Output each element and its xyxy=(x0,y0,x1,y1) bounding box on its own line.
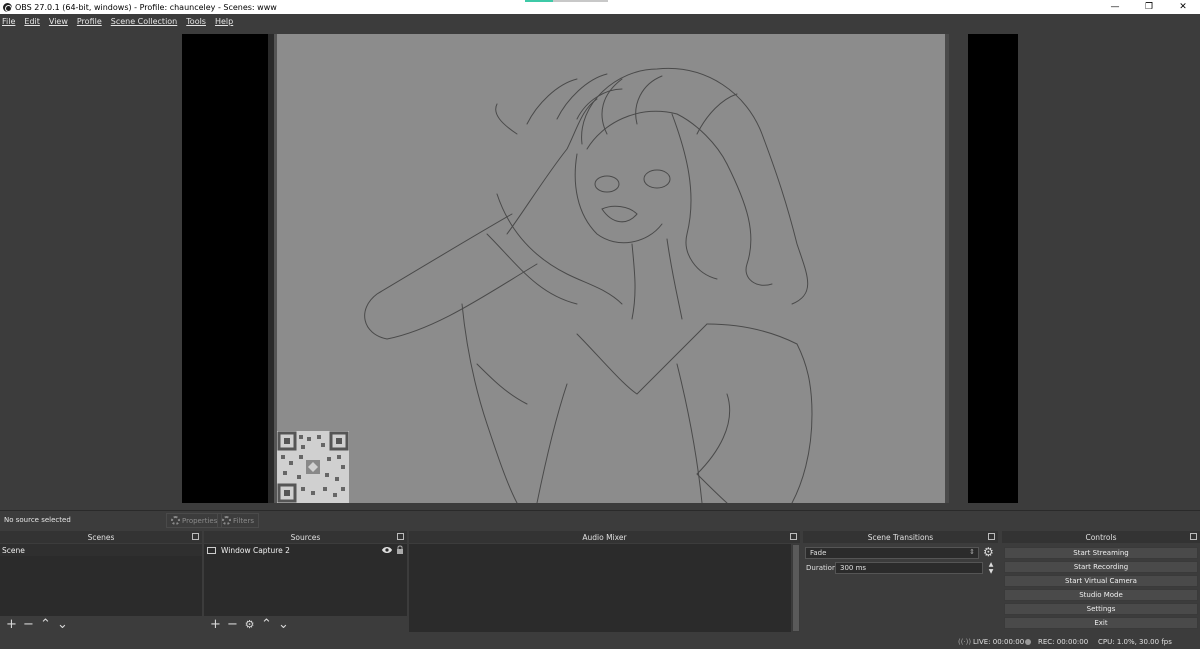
filters-label: Filters xyxy=(233,516,254,525)
no-source-label: No source selected xyxy=(4,516,71,524)
window-controls: — ❐ ✕ xyxy=(1098,0,1200,14)
filters-button[interactable]: Filters xyxy=(217,513,259,528)
taskbar-accent xyxy=(525,0,553,2)
transition-selected: Fade xyxy=(810,549,827,557)
plus-icon[interactable]: + xyxy=(207,618,224,632)
chevron-down-icon[interactable]: ⌄ xyxy=(275,618,292,632)
audio-mixer-title: Audio Mixer xyxy=(582,532,627,542)
lock-icon[interactable] xyxy=(396,545,404,554)
window-icon xyxy=(207,546,216,554)
duration-value: 300 ms xyxy=(840,564,867,572)
rec-timer: REC: 00:00:00 xyxy=(1038,638,1089,646)
exit-button[interactable]: Exit xyxy=(1004,617,1198,629)
chevron-down-icon[interactable]: ⌄ xyxy=(54,618,71,632)
sources-header: Sources xyxy=(204,531,407,543)
obs-logo-icon xyxy=(3,2,12,12)
source-label: Window Capture 2 xyxy=(221,545,290,555)
window-title: OBS 27.0.1 (64-bit, windows) - Profile: … xyxy=(15,2,277,12)
close-button[interactable]: ✕ xyxy=(1166,0,1200,14)
mixer-scrollbar[interactable] xyxy=(792,544,800,632)
settings-button[interactable]: Settings xyxy=(1004,603,1198,615)
sketch-drawing xyxy=(364,67,813,503)
sources-toolbar: + − ⚙ ⌃ ⌄ xyxy=(204,616,292,634)
menu-tools[interactable]: Tools xyxy=(186,17,206,26)
menu-view[interactable]: View xyxy=(49,17,68,26)
gear-icon xyxy=(171,516,180,525)
duration-input[interactable]: 300 ms xyxy=(835,562,983,574)
controls-dock: Controls Start Streaming Start Recording… xyxy=(1002,531,1200,634)
title-bar: OBS 27.0.1 (64-bit, windows) - Profile: … xyxy=(0,0,1200,14)
chevron-updown-icon: ⇕ xyxy=(969,548,975,556)
scenes-list[interactable]: Scene xyxy=(0,544,202,616)
chevron-down-icon[interactable]: ▼ xyxy=(989,568,994,575)
chevron-up-icon[interactable]: ⌃ xyxy=(258,618,275,632)
minus-icon[interactable]: − xyxy=(224,618,241,632)
controls-header: Controls xyxy=(1002,531,1200,543)
scenes-header: Scenes xyxy=(0,531,202,543)
preview-right-black xyxy=(968,34,1018,503)
menu-help[interactable]: Help xyxy=(215,17,233,26)
mixer-scrollbar-thumb[interactable] xyxy=(793,545,799,631)
sources-title: Sources xyxy=(290,532,321,542)
gear-icon[interactable]: ⚙ xyxy=(241,618,258,632)
preview-left-black xyxy=(182,34,268,503)
scene-transitions-dock: Scene Transitions Fade ⇕ ⚙ Duration 300 … xyxy=(803,531,998,634)
chevron-up-icon[interactable]: ⌃ xyxy=(37,618,54,632)
list-item[interactable]: Window Capture 2 xyxy=(204,544,407,556)
start-recording-button[interactable]: Start Recording xyxy=(1004,561,1198,573)
duration-label: Duration xyxy=(806,564,837,572)
menu-scene-collection[interactable]: Scene Collection xyxy=(111,17,178,26)
cpu-fps: CPU: 1.0%, 30.00 fps xyxy=(1098,638,1172,646)
menu-bar: File Edit View Profile Scene Collection … xyxy=(0,14,1200,28)
audio-mixer-panel xyxy=(409,544,791,632)
menu-edit[interactable]: Edit xyxy=(24,17,40,26)
properties-button[interactable]: Properties xyxy=(166,513,223,528)
minimize-button[interactable]: — xyxy=(1098,0,1132,14)
start-streaming-button[interactable]: Start Streaming xyxy=(1004,547,1198,559)
scene-transitions-title: Scene Transitions xyxy=(867,532,934,542)
scenes-title: Scenes xyxy=(87,532,115,542)
qr-code-icon xyxy=(277,431,349,503)
scenes-toolbar: + − ⌃ ⌄ xyxy=(0,616,71,634)
menu-file[interactable]: File xyxy=(2,17,15,26)
undock-icon[interactable] xyxy=(1190,533,1197,540)
list-item[interactable]: Scene xyxy=(0,544,202,556)
sources-dock: Sources Window Capture 2 + − ⚙ ⌃ ⌄ xyxy=(204,531,407,634)
undock-icon[interactable] xyxy=(988,533,995,540)
broadcast-icon: ((·)) xyxy=(958,638,972,646)
scene-transitions-header: Scene Transitions xyxy=(803,531,998,543)
eye-icon[interactable] xyxy=(382,546,392,554)
gear-icon[interactable]: ⚙ xyxy=(983,545,994,559)
record-icon xyxy=(1025,639,1031,645)
audio-mixer-dock: Audio Mixer xyxy=(409,531,800,634)
start-virtual-camera-button[interactable]: Start Virtual Camera xyxy=(1004,575,1198,587)
controls-title: Controls xyxy=(1085,532,1117,542)
plus-icon[interactable]: + xyxy=(3,618,20,632)
filter-icon xyxy=(222,516,231,525)
undock-icon[interactable] xyxy=(192,533,199,540)
minus-icon[interactable]: − xyxy=(20,618,37,632)
undock-icon[interactable] xyxy=(397,533,404,540)
status-bar: ((·)) LIVE: 00:00:00 REC: 00:00:00 CPU: … xyxy=(0,634,1200,649)
menu-profile[interactable]: Profile xyxy=(77,17,102,26)
chevron-up-icon[interactable]: ▲ xyxy=(989,561,994,568)
audio-mixer-header: Audio Mixer xyxy=(409,531,800,543)
live-timer: LIVE: 00:00:00 xyxy=(973,638,1025,646)
preview-divider-right xyxy=(945,34,949,503)
controls-buttons: Start Streaming Start Recording Start Vi… xyxy=(1004,545,1198,631)
taskbar-accent-gray xyxy=(553,0,608,2)
studio-mode-button[interactable]: Studio Mode xyxy=(1004,589,1198,601)
undock-icon[interactable] xyxy=(790,533,797,540)
preview-canvas[interactable] xyxy=(277,34,945,503)
scenes-dock: Scenes Scene + − ⌃ ⌄ xyxy=(0,531,202,634)
context-bar: No source selected Properties Filters xyxy=(0,510,1200,529)
transition-select[interactable]: Fade ⇕ xyxy=(805,547,979,559)
duration-stepper[interactable]: ▲ ▼ xyxy=(986,561,996,575)
properties-label: Properties xyxy=(182,516,218,525)
sources-list[interactable]: Window Capture 2 xyxy=(204,544,407,616)
restore-button[interactable]: ❐ xyxy=(1132,0,1166,14)
